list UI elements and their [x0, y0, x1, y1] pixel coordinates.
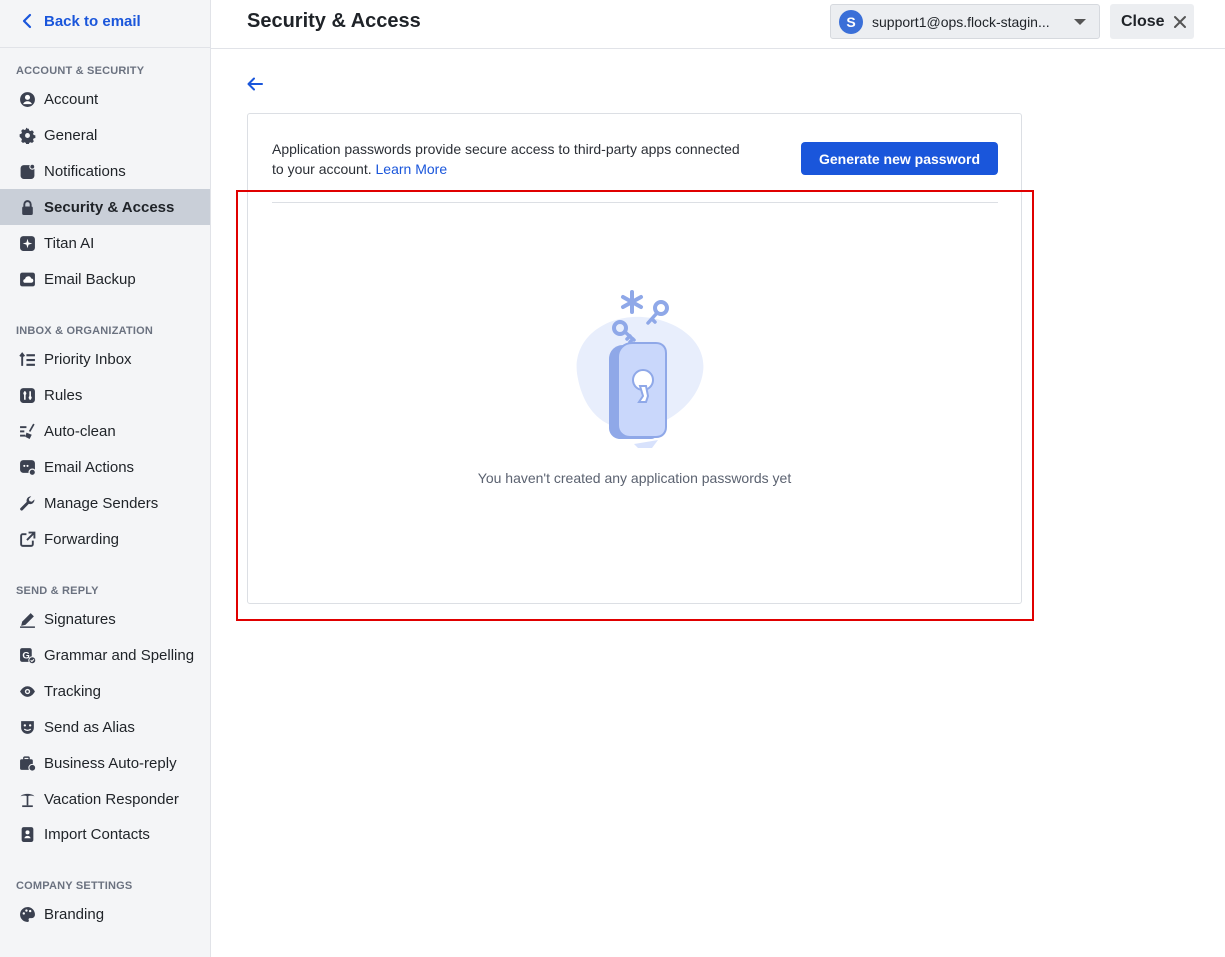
caret-down-icon — [1074, 18, 1086, 25]
briefcase-reply-icon — [19, 755, 36, 772]
sidebar-item-label: Titan AI — [44, 234, 95, 252]
sidebar-item-label: Forwarding — [44, 530, 120, 548]
gear-icon — [19, 127, 36, 144]
page-header: Security & Access S support1@ops.flock-s… — [211, 0, 1225, 49]
sidebar-item-label: Branding — [44, 905, 105, 923]
lock-icon — [19, 199, 36, 216]
sidebar-item-label: Grammar and Spelling — [44, 646, 195, 664]
wrench-icon — [19, 495, 36, 512]
sidebar-item-grammar[interactable]: G Grammar and Spelling — [0, 637, 210, 673]
email-action-icon — [19, 459, 36, 476]
sidebar-item-label: Email Actions — [44, 458, 135, 476]
card-description: Application passwords provide secure acc… — [272, 139, 742, 179]
section-title-account-security: ACCOUNT & SECURITY — [16, 65, 145, 77]
sidebar-item-forwarding[interactable]: Forwarding — [0, 521, 210, 557]
sidebar-item-label: Signatures — [44, 610, 116, 628]
empty-state-message: You haven't created any application pass… — [477, 470, 792, 486]
pen-icon — [19, 611, 36, 628]
arrow-left-icon[interactable] — [245, 74, 265, 94]
card-divider — [272, 202, 998, 203]
sidebar-item-general[interactable]: General — [0, 117, 210, 153]
account-selector[interactable]: S support1@ops.flock-stagin... — [830, 4, 1100, 39]
sidebar-item-security[interactable]: Security & Access — [0, 189, 210, 225]
notification-icon — [19, 163, 36, 180]
sidebar-item-label: Tracking — [44, 682, 101, 700]
sidebar-item-label: Send as Alias — [44, 718, 135, 736]
sidebar-item-label: Notifications — [44, 162, 126, 180]
section-title-send-reply: SEND & REPLY — [16, 585, 99, 597]
sidebar-item-titan-ai[interactable]: Titan AI — [0, 225, 210, 261]
sidebar-item-label: Import Contacts — [44, 825, 150, 843]
sidebar-divider — [0, 47, 211, 48]
close-label: Close — [1121, 12, 1165, 30]
sidebar-item-label: Security & Access — [44, 198, 175, 216]
avatar: S — [839, 9, 863, 34]
sidebar-item-label: Email Backup — [44, 270, 136, 288]
close-button[interactable]: Close — [1110, 4, 1194, 39]
app-passwords-card: Application passwords provide secure acc… — [247, 113, 1022, 604]
sidebar-item-business-autoreply[interactable]: Business Auto-reply — [0, 745, 210, 781]
sidebar-item-notifications[interactable]: Notifications — [0, 153, 210, 189]
cloud-backup-icon — [19, 271, 36, 288]
page-title: Security & Access — [247, 10, 421, 32]
sidebar-item-email-actions[interactable]: Email Actions — [0, 449, 210, 485]
back-to-email-label: Back to email — [44, 12, 141, 30]
palm-tree-icon — [19, 791, 36, 808]
sidebar-item-priority-inbox[interactable]: Priority Inbox — [0, 341, 210, 377]
sidebar-item-email-backup[interactable]: Email Backup — [0, 261, 210, 297]
section-title-inbox-organization: INBOX & ORGANIZATION — [16, 325, 154, 337]
sidebar-item-branding[interactable]: Branding — [0, 896, 210, 932]
sidebar-item-tracking[interactable]: Tracking — [0, 673, 210, 709]
eye-icon — [19, 683, 36, 700]
sidebar-item-label: Priority Inbox — [44, 350, 132, 368]
chevron-left-icon — [22, 13, 32, 29]
broom-icon — [19, 423, 36, 440]
contact-book-icon — [19, 826, 36, 843]
sidebar-item-label: General — [44, 126, 98, 144]
learn-more-link[interactable]: Learn More — [376, 161, 448, 177]
back-to-email-link[interactable]: Back to email — [20, 12, 141, 30]
alias-mask-icon — [19, 719, 36, 736]
close-icon — [1173, 15, 1186, 28]
palette-icon — [19, 906, 36, 923]
sidebar-item-label: Business Auto-reply — [44, 754, 177, 772]
priority-list-icon — [19, 351, 36, 368]
user-circle-icon — [19, 91, 36, 108]
forward-icon — [19, 531, 36, 548]
section-title-company-settings: COMPANY SETTINGS — [16, 880, 133, 892]
sidebar-item-account[interactable]: Account — [0, 81, 210, 117]
sidebar-item-rules[interactable]: Rules — [0, 377, 210, 413]
sidebar-item-label: Manage Senders — [44, 494, 159, 512]
sparkle-icon — [19, 235, 36, 252]
grammar-check-icon: G — [19, 647, 36, 664]
sidebar-item-label: Rules — [44, 386, 83, 404]
settings-sidebar: Back to email ACCOUNT & SECURITY Account… — [0, 0, 211, 957]
generate-password-button[interactable]: Generate new password — [801, 142, 998, 175]
sidebar-item-send-alias[interactable]: Send as Alias — [0, 709, 210, 745]
sidebar-item-label: Auto-clean — [44, 422, 116, 440]
sidebar-item-signatures[interactable]: Signatures — [0, 601, 210, 637]
sidebar-item-vacation[interactable]: Vacation Responder — [0, 781, 210, 817]
sidebar-item-auto-clean[interactable]: Auto-clean — [0, 413, 210, 449]
account-email: support1@ops.flock-stagin... — [872, 13, 1050, 30]
sidebar-item-label: Vacation Responder — [44, 790, 179, 808]
description-text: Application passwords provide secure acc… — [272, 141, 740, 177]
lock-keys-illustration-icon — [576, 290, 704, 448]
sidebar-item-import-contacts[interactable]: Import Contacts — [0, 816, 210, 852]
rules-icon — [19, 387, 36, 404]
sidebar-item-manage-senders[interactable]: Manage Senders — [0, 485, 210, 521]
sidebar-item-label: Account — [44, 90, 99, 108]
